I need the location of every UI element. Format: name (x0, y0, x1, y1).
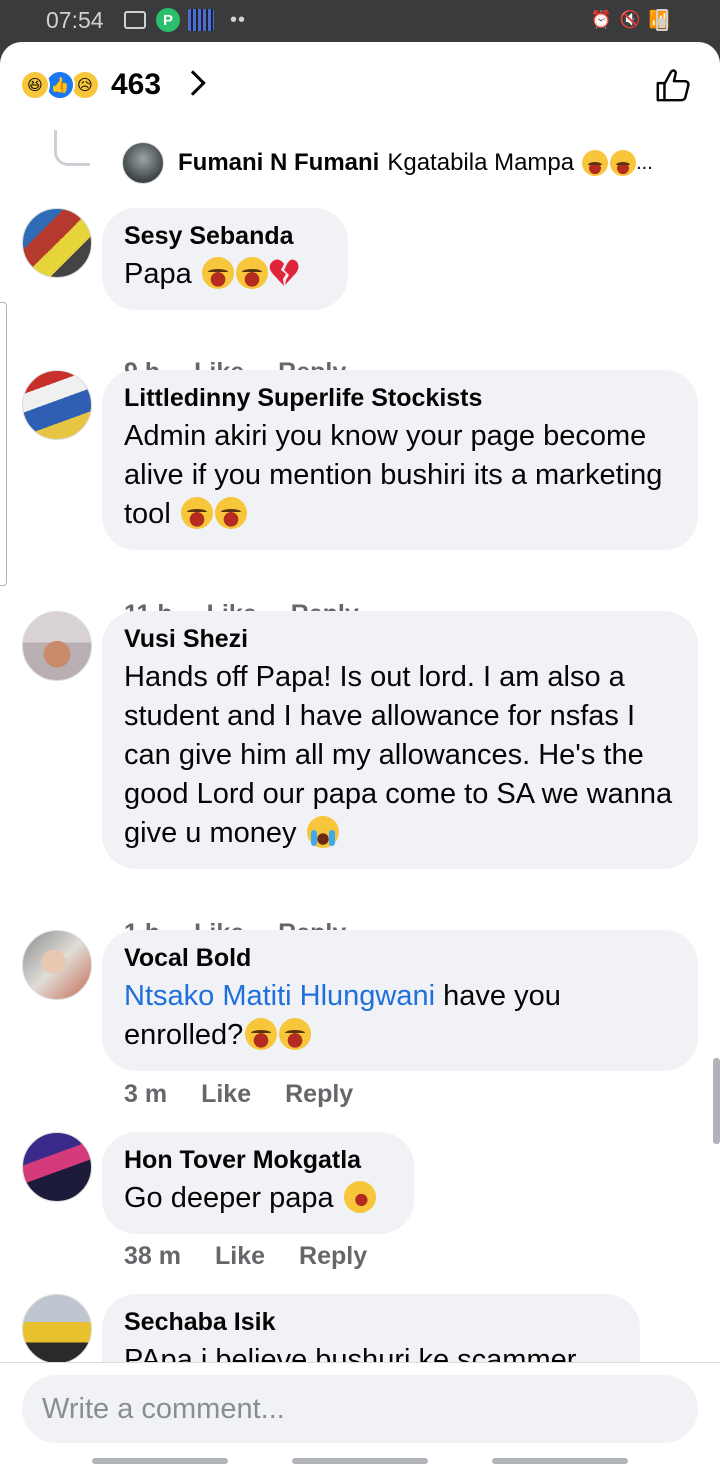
comment-input[interactable] (22, 1375, 698, 1443)
comment-actions: 3 m Like Reply (124, 1080, 353, 1109)
comment-actions: 38 m Like Reply (124, 1242, 367, 1271)
thread-reply-preview[interactable]: Fumani N Fumani Kgatabila Mampa ... (122, 142, 653, 184)
comment-author-name[interactable]: Vocal Bold (124, 943, 676, 973)
comment-text: Hands off Papa! Is out lord. I am also a… (124, 661, 673, 849)
status-bar: 07:54 P •• ⏰ 🔇 📶 (0, 0, 720, 42)
avatar[interactable] (22, 370, 92, 440)
nav-recents-indicator[interactable] (92, 1458, 228, 1464)
comment-author-name[interactable]: Sechaba Isik (124, 1307, 618, 1337)
nav-home-indicator[interactable] (292, 1458, 428, 1464)
comment-bubble[interactable]: Vusi Shezi Hands off Papa! Is out lord. … (102, 611, 698, 869)
comment-text: Ntsako Matiti Hlungwani have you enrolle… (124, 980, 561, 1051)
rofl-emoji (338, 1175, 381, 1219)
chevron-right-icon[interactable] (180, 70, 206, 96)
battery-icon (656, 9, 668, 31)
comment-author-name[interactable]: Littledinny Superlife Stockists (124, 383, 676, 413)
scrollbar[interactable] (713, 1058, 720, 1144)
comment-bubble[interactable]: Vocal Bold Ntsako Matiti Hlungwani have … (102, 930, 698, 1071)
haha-emoji (180, 497, 213, 529)
broken-heart-emoji (269, 259, 299, 286)
comment-time[interactable]: 3 m (124, 1080, 167, 1109)
avatar[interactable] (22, 1132, 92, 1202)
reply-button[interactable]: Reply (285, 1080, 353, 1109)
comment-text: Papa (124, 255, 326, 294)
avatar[interactable] (122, 142, 164, 184)
comment-bubble[interactable]: Sesy Sebanda Papa (102, 208, 348, 310)
comment-text: Go deeper papa (124, 1175, 392, 1219)
reply-text: Kgatabila Mampa (387, 149, 575, 176)
more-notifications-icon: •• (230, 8, 247, 31)
avatar[interactable] (22, 1294, 92, 1364)
reactions-header: 😆 👍 😥 463 (0, 42, 720, 130)
comment-bubble[interactable]: Hon Tover Mokgatla Go deeper papa (102, 1132, 414, 1234)
nav-back-indicator[interactable] (492, 1458, 628, 1464)
comments-sheet: 😆 👍 😥 463 Fumani N Fumani Kgatabila Mamp… (0, 42, 720, 1480)
avatar[interactable] (22, 930, 92, 1000)
thread-connector (54, 130, 90, 166)
thumbnail-icon (188, 9, 214, 31)
reactions-summary[interactable]: 😆 👍 😥 463 (20, 68, 161, 102)
gallery-icon (124, 11, 146, 29)
comment-bubble[interactable]: Littledinny Superlife Stockists Admin ak… (102, 370, 698, 550)
comment-author-name[interactable]: Sesy Sebanda (124, 221, 326, 251)
comment-author-name[interactable]: Hon Tover Mokgatla (124, 1145, 392, 1175)
status-time: 07:54 (46, 7, 104, 33)
avatar[interactable] (22, 611, 92, 681)
haha-emoji (610, 150, 637, 176)
thumbs-up-icon[interactable] (654, 66, 692, 104)
comment-text: Admin akiri you know your page become al… (124, 420, 663, 530)
system-nav-bar (0, 1442, 720, 1480)
haha-reaction-icon: 😆 (20, 70, 50, 100)
reply-button[interactable]: Reply (299, 1242, 367, 1271)
haha-emoji (235, 257, 268, 289)
like-button[interactable]: Like (215, 1242, 265, 1271)
haha-emoji (214, 497, 247, 529)
comment-author-name[interactable]: Vusi Shezi (124, 624, 676, 654)
reaction-count: 463 (111, 68, 162, 101)
avatar[interactable] (22, 208, 92, 278)
reply-author-name[interactable]: Fumani N Fumani (178, 149, 379, 177)
haha-emoji (245, 1018, 278, 1050)
alarm-icon: ⏰ (590, 10, 612, 29)
crying-emoji (306, 816, 339, 848)
haha-emoji (582, 150, 609, 176)
parking-app-icon: P (156, 8, 180, 32)
edge-panel-handle[interactable] (0, 302, 7, 586)
mute-icon: 🔇 (619, 10, 641, 29)
reply-ellipsis: ... (636, 151, 653, 174)
mention-link[interactable]: Ntsako Matiti Hlungwani (124, 980, 435, 1012)
haha-emoji (201, 257, 234, 289)
like-button[interactable]: Like (201, 1080, 251, 1109)
comment-time[interactable]: 38 m (124, 1242, 181, 1271)
haha-emoji (279, 1018, 312, 1050)
